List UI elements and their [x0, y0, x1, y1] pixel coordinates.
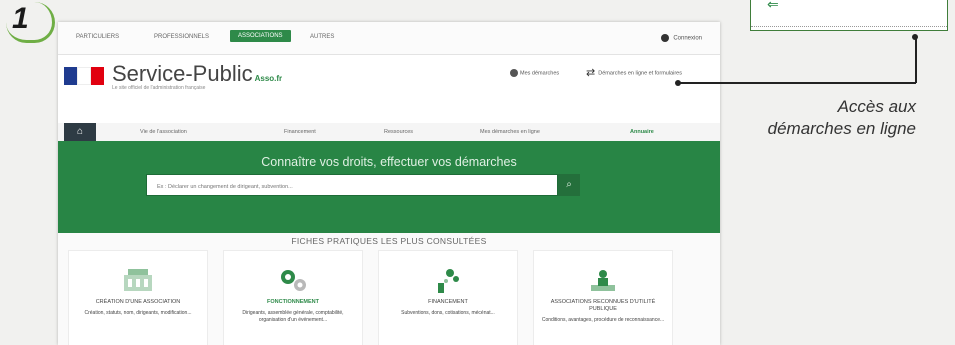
online-procedures-label: Démarches en ligne et formulaires [598, 70, 682, 77]
search-icon: ⌕ [566, 179, 572, 190]
hero-title: Connaître vos droits, effectuer vos déma… [261, 155, 517, 169]
fiche-card-desc: Subventions, dons, cotisations, mécénat.… [401, 310, 495, 316]
fiche-card-creation[interactable]: CRÉATION D'UNE ASSOCIATION Création, sta… [68, 250, 208, 345]
callout-line-horizontal [680, 82, 916, 84]
top-navigation-bar: PARTICULIERS PROFESSIONNELS ASSOCIATIONS… [58, 22, 720, 55]
topnav-item-associations[interactable]: ASSOCIATIONS [230, 30, 291, 42]
gears-icon [224, 265, 362, 295]
fiche-card-utilite-publique[interactable]: ASSOCIATIONS RECONNUES D'UTILITÉ PUBLIQU… [533, 250, 673, 345]
mainnav-item-demarches[interactable]: Mes démarches en ligne [480, 129, 540, 135]
topnav-item-particuliers[interactable]: PARTICULIERS [76, 34, 119, 40]
user-icon [661, 34, 670, 42]
fiche-card-title: CRÉATION D'UNE ASSOCIATION [95, 299, 181, 305]
fiche-card-financement[interactable]: FINANCEMENT Subventions, dons, cotisatio… [378, 250, 518, 345]
account-link[interactable]: Connexion [661, 34, 702, 42]
person-icon [510, 69, 518, 77]
main-navigation: ⌂ Vie de l'association Financement Resso… [58, 123, 720, 142]
building-icon [69, 265, 207, 295]
topnav-item-professionnels[interactable]: PROFESSIONNELS [154, 34, 209, 40]
fiche-card-desc: Création, statuts, nom, dirigeants, modi… [84, 310, 192, 316]
step-number-badge: 1 [6, 2, 55, 43]
account-label: Connexion [673, 35, 702, 42]
website-screenshot: PARTICULIERS PROFESSIONNELS ASSOCIATIONS… [58, 22, 720, 345]
fiche-card-title: FINANCEMENT [428, 299, 468, 305]
mainnav-item-ressources[interactable]: Ressources [384, 129, 413, 135]
fiche-card-desc: Dirigeants, assemblée générale, comptabi… [242, 310, 344, 323]
topnav-item-autres[interactable]: AUTRES [310, 34, 334, 40]
callout-annotation: Accès aux démarches en ligne [736, 96, 916, 140]
my-procedures-link[interactable]: Mes démarches [510, 69, 572, 77]
site-title-accent: Asso.fr [254, 74, 283, 83]
callout-end-dot [912, 34, 918, 40]
hero-banner: Connaître vos droits, effectuer vos déma… [58, 141, 720, 233]
fiches-section-title: FICHES PRATIQUES LES PLUS CONSULTÉES [291, 236, 487, 246]
site-header: Service-Public Asso.fr Le site officiel d… [58, 55, 720, 123]
callout-line1: Accès aux [837, 97, 916, 116]
home-button[interactable]: ⌂ [64, 123, 96, 141]
mainnav-item-vie-association[interactable]: Vie de l'association [140, 129, 187, 135]
mainnav-item-annuaire[interactable]: Annuaire [630, 129, 654, 135]
callout-line-vertical [915, 37, 917, 83]
arrow-icon: ⇐ [767, 0, 779, 12]
marianne-logo-icon [64, 67, 105, 85]
fiche-card-fonctionnement[interactable]: FONCTIONNEMENT Dirigeants, assemblée gén… [223, 250, 363, 345]
site-title-text: Service-Public [112, 61, 253, 86]
fiche-card-title: FONCTIONNEMENT [267, 299, 319, 305]
search-box [146, 174, 558, 197]
coins-icon [379, 265, 517, 295]
dotted-divider [751, 26, 947, 27]
site-title[interactable]: Service-Public Asso.fr [112, 61, 282, 87]
zoomed-detail-box: ⇐ [750, 0, 948, 31]
callout-line2: démarches en ligne [767, 119, 916, 138]
search-button[interactable]: ⌕ [558, 174, 580, 196]
fiche-card-desc: Conditions, avantages, procédure de reco… [541, 317, 665, 323]
search-input[interactable] [147, 177, 549, 197]
mainnav-item-financement[interactable]: Financement [284, 129, 316, 135]
fiche-card-title: ASSOCIATIONS RECONNUES D'UTILITÉ PUBLIQU… [550, 299, 656, 312]
people-icon [534, 265, 672, 295]
online-procedures-link[interactable]: ⇄ Démarches en ligne et formulaires [586, 67, 682, 79]
site-subtitle: Le site officiel de l'administration fra… [112, 85, 206, 91]
exchange-arrows-icon: ⇄ [586, 67, 596, 79]
my-procedures-label: Mes démarches [520, 70, 560, 77]
home-icon: ⌂ [76, 126, 84, 137]
